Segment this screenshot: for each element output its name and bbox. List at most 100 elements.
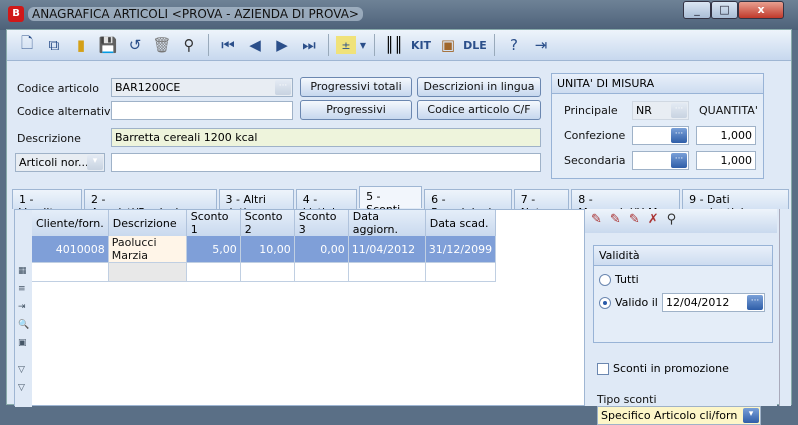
col-sconto1[interactable]: Sconto 1 <box>186 210 241 236</box>
list-icon[interactable]: ≡ <box>18 284 29 294</box>
separator <box>374 34 375 56</box>
insert-row-icon[interactable]: ⇥ <box>18 302 29 312</box>
col-cliente[interactable]: Cliente/forn. <box>32 210 109 236</box>
filter-remove-icon[interactable]: ▽ <box>18 383 29 393</box>
secondaria-qty-field[interactable]: 1,000 <box>696 151 756 170</box>
new-row-icon[interactable]: ✎ <box>591 212 602 230</box>
tab-sconti[interactable]: 5 - Sconti <box>359 186 423 216</box>
confezione-qty-field[interactable]: 1,000 <box>696 126 756 145</box>
tipo-sconti-label: Tipo sconti <box>597 393 657 406</box>
checkbox-icon <box>597 363 609 375</box>
tab-altri-dati[interactable]: 3 - Altri dati <box>218 189 294 219</box>
secondaria-field[interactable]: ··· <box>632 151 689 170</box>
lookup-button[interactable]: ··· <box>671 128 687 143</box>
col-data-scad[interactable]: Data scad. <box>425 210 497 236</box>
calendar-button[interactable]: ··· <box>747 295 763 310</box>
undo-row-icon[interactable]: ✎ <box>629 212 640 230</box>
confezione-label: Confezione <box>564 129 626 142</box>
lookup-button[interactable]: ··· <box>671 103 687 118</box>
tab-vendite[interactable]: 1 - Vendite <box>12 189 83 219</box>
dle-button[interactable]: DLE <box>463 33 487 57</box>
open-folder-icon[interactable]: ▮ <box>69 33 93 57</box>
valido-il-radio[interactable]: Valido il <box>599 296 658 309</box>
progressivi-totali-button[interactable]: Progressivi totali <box>300 77 412 97</box>
confezione-field[interactable]: ··· <box>632 126 689 145</box>
tab-provvigioni[interactable]: 6 - Provvigioni <box>424 189 512 219</box>
codice-articolo-field[interactable]: BAR1200CE ··· <box>111 78 293 97</box>
tutti-label: Tutti <box>615 273 639 286</box>
lookup-button[interactable]: ··· <box>275 80 291 95</box>
tab-dati-aggiuntivi[interactable]: 9 - Dati aggiuntivi <box>682 189 789 219</box>
dropdown-arrow-icon[interactable]: ▼ <box>359 33 367 57</box>
codice-alternativo-field[interactable] <box>111 101 293 120</box>
descrizione-field[interactable]: Barretta cereali 1200 kcal <box>111 128 541 147</box>
close-button[interactable]: x <box>738 1 784 19</box>
grid-option-icon[interactable]: ▦ <box>18 266 29 276</box>
kit-button[interactable]: KIT <box>409 33 433 57</box>
app-icon: B <box>8 6 24 22</box>
delete-icon[interactable]: 🗑 <box>150 33 174 57</box>
delete-row-icon[interactable]: ✗ <box>648 212 659 230</box>
col-data-aggiorn[interactable]: Data aggiorn. <box>348 210 426 236</box>
cell-sconto3[interactable]: 0,00 <box>294 236 349 263</box>
undo-icon[interactable]: ↺ <box>123 33 147 57</box>
help-icon[interactable]: ? <box>502 33 526 57</box>
tab-note[interactable]: 7 - Note <box>513 189 570 219</box>
cell-descrizione[interactable]: Paolucci Marzia <box>108 236 187 263</box>
chevron-down-icon[interactable]: ▾ <box>743 408 759 423</box>
grid-side-toolbar: ▦ ≡ ⇥ 🔍 ▣ ▽ ▽ <box>15 210 32 407</box>
cell-data-scad[interactable]: 31/12/2099 <box>425 236 497 263</box>
codice-articolo-cf-button[interactable]: Codice articolo C/F <box>417 100 541 120</box>
articoli-type-select[interactable]: Articoli nor... ▾ <box>15 153 105 172</box>
lookup-button[interactable]: ··· <box>671 153 687 168</box>
col-descrizione[interactable]: Descrizione <box>108 210 187 236</box>
search-binoculars-icon[interactable]: ⚲ <box>667 212 677 230</box>
save-row-icon[interactable]: ✎ <box>610 212 621 230</box>
package-icon[interactable]: ▣ <box>436 33 460 57</box>
maximize-button[interactable]: □ <box>711 1 738 19</box>
next-record-icon[interactable]: ▶ <box>270 33 294 57</box>
tab-magazzini[interactable]: 8 - Magazzini/U.M. <box>571 189 681 219</box>
principale-field[interactable]: NR ··· <box>632 101 689 120</box>
quantita-label: QUANTITA' <box>699 104 758 117</box>
separator <box>494 34 495 56</box>
first-record-icon[interactable]: ⏮ <box>216 33 240 57</box>
cell-sconto2[interactable]: 10,00 <box>240 236 295 263</box>
progressivi-button[interactable]: Progressivi <box>300 100 412 120</box>
table-row[interactable]: 4010008 Paolucci Marzia 5,00 10,00 0,00 … <box>32 236 497 263</box>
col-sconto3[interactable]: Sconto 3 <box>294 210 349 236</box>
valido-date-field[interactable]: 12/04/2012 ··· <box>662 293 765 312</box>
secondaria-label: Secondaria <box>564 154 626 167</box>
previous-record-icon[interactable]: ◀ <box>243 33 267 57</box>
tipo-sconti-select[interactable]: Specifico Articolo cli/forn ▾ <box>597 406 761 425</box>
new-icon[interactable]: 🗋 <box>15 33 39 57</box>
zoom-icon[interactable]: 🔍 <box>18 320 29 330</box>
window-title: ANAGRAFICA ARTICOLI <PROVA - AZIENDA DI … <box>28 7 363 21</box>
barcode-icon[interactable]: ║║ <box>382 33 406 57</box>
cell-sconto1[interactable]: 5,00 <box>186 236 241 263</box>
extra-field[interactable] <box>111 153 541 172</box>
chevron-down-icon[interactable]: ▾ <box>87 155 103 170</box>
search-binoculars-icon[interactable]: ⚲ <box>177 33 201 57</box>
calculator-icon[interactable]: ± <box>336 36 356 54</box>
tutti-radio[interactable]: Tutti <box>599 273 639 286</box>
last-record-icon[interactable]: ⏭ <box>297 33 321 57</box>
table-row-empty[interactable] <box>32 262 497 282</box>
filter-icon[interactable]: ▽ <box>18 365 29 375</box>
descrizioni-lingua-button[interactable]: Descrizioni in lingua <box>417 77 541 97</box>
minimize-button[interactable]: _ <box>683 1 711 19</box>
cell-cliente[interactable]: 4010008 <box>32 236 109 263</box>
cell-data-aggiorn[interactable]: 11/04/2012 <box>348 236 426 263</box>
col-sconto2[interactable]: Sconto 2 <box>240 210 295 236</box>
principale-label: Principale <box>564 104 618 117</box>
panel-splitter[interactable] <box>779 209 791 406</box>
export-icon[interactable]: ▣ <box>18 338 29 348</box>
exit-icon[interactable]: ⇥ <box>529 33 553 57</box>
save-icon[interactable]: 💾 <box>96 33 120 57</box>
sconti-promozione-checkbox[interactable]: Sconti in promozione <box>597 362 729 375</box>
tab-listini[interactable]: 4 - Listini <box>295 189 358 219</box>
sconti-grid: ▦ ≡ ⇥ 🔍 ▣ ▽ ▽ Cliente/forn. Descrizione … <box>14 209 585 407</box>
valido-il-label: Valido il <box>615 296 658 309</box>
tab-acquisti[interactable]: 2 - Acquisti/Produzione <box>84 189 217 219</box>
duplicate-icon[interactable]: ⧉ <box>42 33 66 57</box>
